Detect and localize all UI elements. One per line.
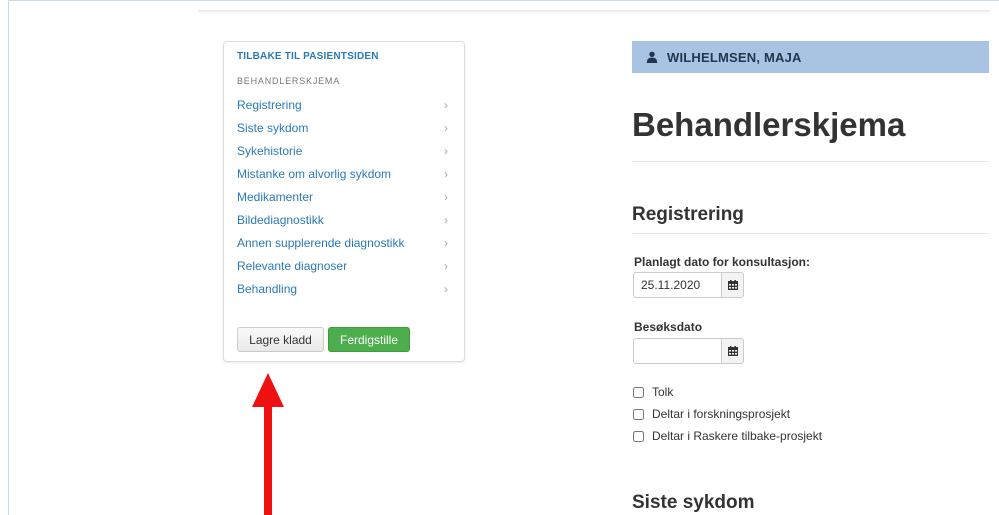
window-frame-left xyxy=(8,0,9,515)
sidebar-item-siste-sykdom[interactable]: Siste sykdom › xyxy=(237,116,452,139)
sidebar-nav: Registrering › Siste sykdom › Sykehistorie… xyxy=(237,93,452,300)
sidebar-item-medikamenter[interactable]: Medikamenter › xyxy=(237,185,452,208)
sidebar-item-bildediagnostikk[interactable]: Bildediagnostikk › xyxy=(237,208,452,231)
checkbox-row-raskere-tilbake[interactable]: Deltar i Raskere tilbake-prosjekt xyxy=(633,429,822,443)
section-title-registrering: Registrering xyxy=(632,204,744,225)
checkbox-row-forskningsprosjekt[interactable]: Deltar i forskningsprosjekt xyxy=(633,407,790,421)
annotation-arrow-head xyxy=(252,373,284,407)
chevron-right-icon: › xyxy=(444,212,448,227)
raskere-tilbake-checkbox[interactable] xyxy=(633,430,644,442)
section-divider xyxy=(632,233,989,234)
sidebar-item-behandling[interactable]: Behandling › xyxy=(237,277,452,300)
checkbox-label: Deltar i Raskere tilbake-prosjekt xyxy=(652,429,823,443)
finish-button[interactable]: Ferdigstille xyxy=(328,327,410,352)
tolk-checkbox[interactable] xyxy=(633,386,644,398)
sidebar-item-label: Mistanke om alvorlig sykdom xyxy=(237,166,392,181)
annotation-arrow-shaft xyxy=(264,405,272,515)
visit-date-group xyxy=(633,338,744,364)
visit-date-calendar-button[interactable] xyxy=(721,338,744,364)
back-to-patient-link[interactable]: TILBAKE TIL PASIENTSIDEN xyxy=(237,51,379,62)
patient-header-bar: WILHELMSEN, MAJA xyxy=(632,41,989,73)
chevron-right-icon: › xyxy=(444,97,448,112)
section-title-siste-sykdom: Siste sykdom xyxy=(632,492,755,513)
chevron-right-icon: › xyxy=(444,143,448,158)
visit-date-label: Besøksdato xyxy=(634,320,703,334)
chevron-right-icon: › xyxy=(444,281,448,296)
sidebar-item-label: Siste sykdom xyxy=(237,120,309,135)
chevron-right-icon: › xyxy=(444,258,448,273)
sidebar-item-mistanke[interactable]: Mistanke om alvorlig sykdom › xyxy=(237,162,452,185)
sidebar-section-label: BEHANDLERSKJEMA xyxy=(237,76,341,86)
chevron-right-icon: › xyxy=(444,235,448,250)
sidebar-item-registrering[interactable]: Registrering › xyxy=(237,93,452,116)
sidebar-item-label: Relevante diagnoser xyxy=(237,258,348,273)
patient-name: WILHELMSEN, MAJA xyxy=(667,49,802,65)
sidebar-item-label: Registrering xyxy=(237,97,302,112)
sidebar-item-label: Sykehistorie xyxy=(237,143,303,158)
planned-date-calendar-button[interactable] xyxy=(721,272,744,298)
sidebar-item-label: Behandling xyxy=(237,281,298,296)
calendar-icon xyxy=(727,346,738,356)
chevron-right-icon: › xyxy=(444,189,448,204)
checkbox-label: Tolk xyxy=(652,385,674,399)
planned-date-group xyxy=(633,272,744,298)
user-icon xyxy=(646,51,658,63)
top-bar-shadow xyxy=(198,10,990,14)
forskningsprosjekt-checkbox[interactable] xyxy=(633,408,644,420)
title-divider xyxy=(632,161,989,162)
planned-date-input[interactable] xyxy=(633,272,721,298)
sidebar-item-label: Bildediagnostikk xyxy=(237,212,324,227)
save-draft-button[interactable]: Lagre kladd xyxy=(237,327,324,352)
page-title: Behandlerskjema xyxy=(632,106,906,143)
sidebar-item-sykehistorie[interactable]: Sykehistorie › xyxy=(237,139,452,162)
sidebar-item-label: Annen supplerende diagnostikk xyxy=(237,235,405,250)
visit-date-input[interactable] xyxy=(633,338,721,364)
sidebar-item-label: Medikamenter xyxy=(237,189,314,204)
calendar-icon xyxy=(727,280,738,290)
planned-date-label: Planlagt dato for konsultasjon: xyxy=(634,255,811,269)
sidebar-panel: TILBAKE TIL PASIENTSIDEN BEHANDLERSKJEMA… xyxy=(223,41,465,362)
chevron-right-icon: › xyxy=(444,120,448,135)
window-frame-top xyxy=(8,0,999,1)
sidebar-item-relevante-diagnoser[interactable]: Relevante diagnoser › xyxy=(237,254,452,277)
checkbox-label: Deltar i forskningsprosjekt xyxy=(652,407,791,421)
chevron-right-icon: › xyxy=(444,166,448,181)
checkbox-row-tolk[interactable]: Tolk xyxy=(633,385,673,399)
sidebar-item-supplerende-diagnostikk[interactable]: Annen supplerende diagnostikk › xyxy=(237,231,452,254)
